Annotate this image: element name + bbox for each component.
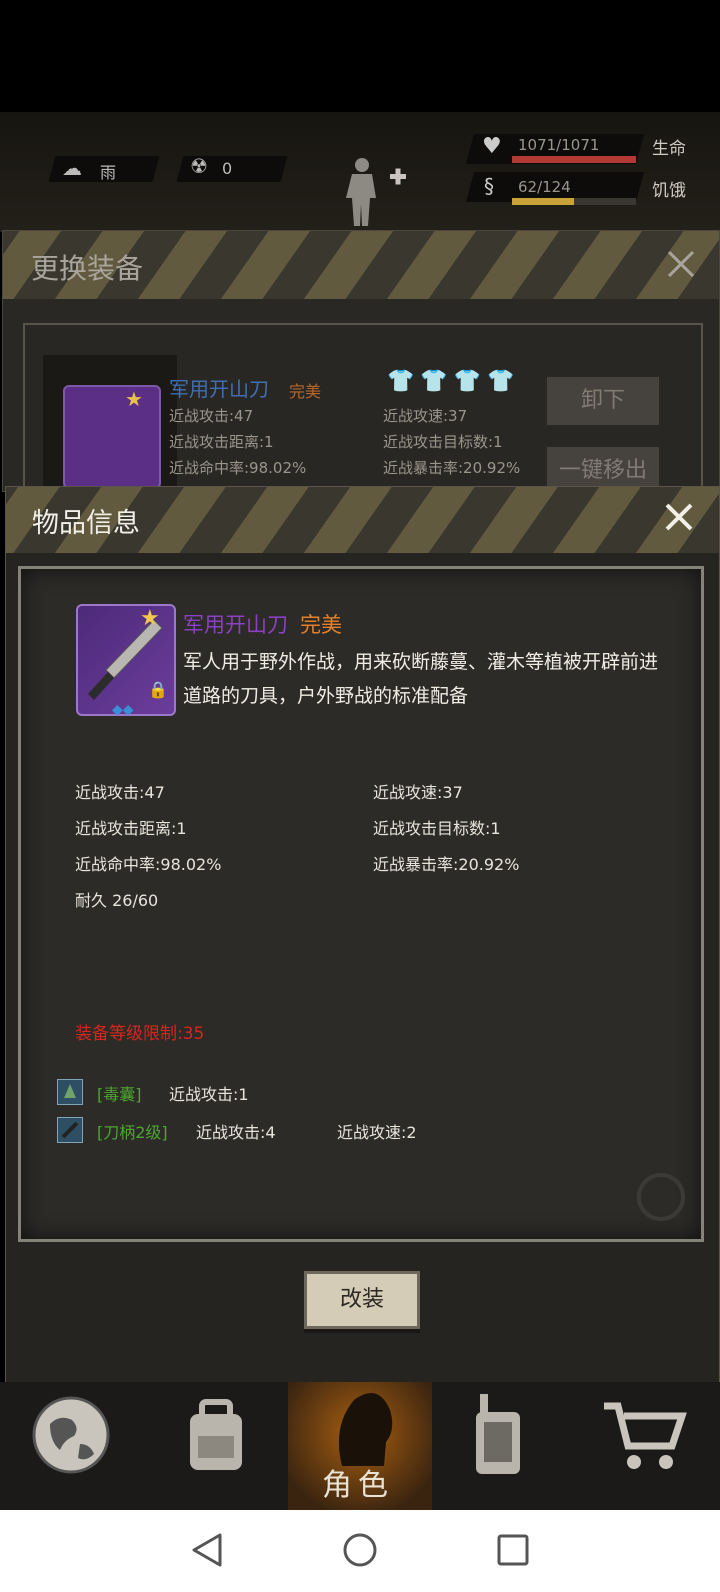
item-description: 军人用于野外作战，用来砍断藤蔓、灌木等植被开辟前进道路的刀具，户外野战的标准配备 (183, 651, 659, 707)
nav-backpack[interactable] (144, 1382, 288, 1510)
item-info-title: 物品信息 (32, 508, 140, 539)
rain-cloud-icon: ☁ (62, 156, 82, 180)
stomach-icon: § (484, 174, 494, 198)
armor-slot-icons: 👕👕👕👕 (387, 369, 521, 394)
gem-slot-icons: ◆◆ (112, 702, 134, 718)
change-equipment-panel: 更换装备 ★ 军用开山刀 完美 近战攻击:47 近战攻击距离:1 近战命中率:9… (2, 230, 720, 497)
knife-handle-icon (57, 1117, 83, 1143)
star-icon: ★ (140, 606, 160, 631)
system-nav-bar (0, 1510, 720, 1592)
equipped-item-quality: 完美 (289, 382, 322, 401)
mod-name-2: [刀柄2级] (97, 1123, 168, 1142)
hunger-label: 饥饿 (652, 181, 686, 201)
equip-stat-left-3: 近战命中率:98.02% (169, 459, 307, 477)
stat-melee-targets: 近战攻击目标数:1 (373, 819, 501, 838)
close-icon[interactable] (666, 249, 696, 279)
modify-button[interactable]: 改装 (304, 1271, 420, 1329)
hunger-value: 62/124 (518, 178, 571, 196)
back-icon[interactable] (190, 1532, 224, 1568)
item-name: 军用开山刀 (183, 613, 288, 637)
watermark-icon (637, 1173, 685, 1221)
equip-stat-right-1: 近战攻速:37 (383, 407, 468, 425)
lock-icon: 🔒 (148, 680, 168, 699)
nav-character[interactable]: 角色 (288, 1382, 432, 1510)
nav-world[interactable] (0, 1382, 144, 1510)
radiation-icon: ☢ (190, 154, 208, 178)
body-status-icon[interactable] (344, 156, 414, 228)
mod-2-effect-2: 近战攻速:2 (337, 1123, 417, 1142)
globe-icon (32, 1396, 110, 1474)
walkie-talkie-icon (476, 1394, 520, 1474)
hunger-bar (512, 198, 574, 205)
stat-durability: 耐久 26/60 (75, 891, 159, 910)
equipped-item-name: 军用开山刀 (169, 377, 269, 401)
item-info-modal: 物品信息 ★ 🔒 ◆◆ 军用开山刀 完美 军人用于野外作战，用来砍断藤蔓、灌木等… (5, 486, 720, 1384)
radiation-value: 0 (222, 159, 233, 178)
health-value: 1071/1071 (518, 136, 600, 154)
heart-icon: ♥ (482, 134, 502, 159)
item-quality: 完美 (300, 613, 342, 637)
equip-stat-left-1: 近战攻击:47 (169, 407, 254, 425)
close-icon[interactable] (659, 497, 699, 537)
nav-character-label: 角色 (322, 1468, 394, 1503)
mod-name-1: [毒囊] (97, 1085, 142, 1104)
stat-melee-attack: 近战攻击:47 (75, 783, 165, 802)
item-icon-slot: ★ 🔒 ◆◆ (76, 604, 176, 718)
equip-stat-right-2: 近战攻击目标数:1 (383, 433, 503, 451)
backpack-icon (190, 1399, 242, 1470)
nav-shop[interactable] (576, 1382, 720, 1510)
home-icon[interactable] (342, 1532, 378, 1568)
nav-radio[interactable] (432, 1382, 576, 1510)
stat-melee-speed: 近战攻速:37 (373, 783, 463, 802)
game-bottom-nav: 角色 (0, 1382, 720, 1510)
star-icon: ★ (125, 387, 143, 411)
health-label: 生命 (652, 139, 686, 159)
item-detail-card: ★ 🔒 ◆◆ 军用开山刀 完美 军人用于野外作战，用来砍断藤蔓、灌木等植被开辟前… (18, 566, 704, 1242)
level-limit: 装备等级限制:35 (75, 1024, 205, 1044)
equipped-item-card: ★ 军用开山刀 完美 近战攻击:47 近战攻击距离:1 近战命中率:98.02%… (23, 323, 703, 497)
stat-melee-range: 近战攻击距离:1 (75, 819, 187, 838)
mod-1-effect-1: 近战攻击:1 (169, 1085, 249, 1104)
change-equipment-title: 更换装备 (31, 252, 144, 285)
equip-stat-right-3: 近战暴击率:20.92% (383, 459, 521, 477)
stat-melee-crit: 近战暴击率:20.92% (373, 855, 520, 874)
mod-2-effect-1: 近战攻击:4 (196, 1123, 276, 1142)
health-bar (512, 156, 636, 163)
stat-melee-hit: 近战命中率:98.02% (75, 855, 222, 874)
status-hud: ☁ 雨 ☢ 0 ♥ 1071/1071 生命 § 62/124 饥饿 (0, 112, 720, 232)
weather-text: 雨 (100, 163, 117, 182)
poison-sac-icon (57, 1079, 83, 1105)
cart-icon (604, 1402, 687, 1469)
equip-stat-left-2: 近战攻击距离:1 (169, 433, 274, 451)
recents-icon[interactable] (496, 1533, 530, 1567)
equipped-item-slot[interactable] (63, 385, 161, 489)
unequip-button[interactable]: 卸下 (545, 375, 661, 427)
